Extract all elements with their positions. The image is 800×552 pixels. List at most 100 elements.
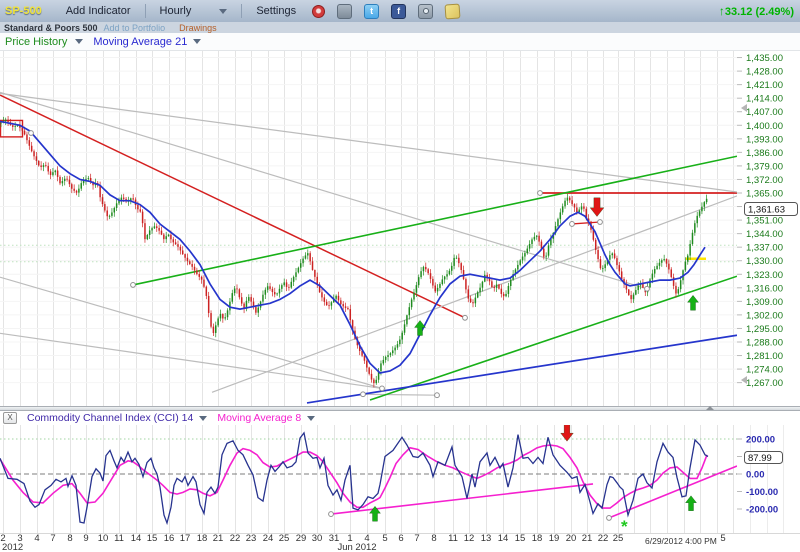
svg-text:Jun 2012: Jun 2012	[337, 542, 376, 552]
drawing-handle[interactable]	[361, 392, 366, 397]
price-history-dropdown[interactable]: Price History	[5, 36, 67, 48]
svg-text:1,428.00: 1,428.00	[746, 67, 783, 78]
svg-text:1,274.00: 1,274.00	[746, 365, 783, 376]
daily-change-badge: ↑33.12 (2.49%)	[719, 4, 794, 18]
chevron-down-icon[interactable]	[193, 39, 201, 44]
symbol-label[interactable]: SP-500	[5, 5, 42, 17]
svg-text:1,400.00: 1,400.00	[746, 121, 783, 132]
svg-text:4: 4	[34, 533, 39, 544]
svg-text:1,361.63: 1,361.63	[748, 205, 785, 216]
chevron-down-icon[interactable]	[199, 416, 207, 421]
svg-text:23: 23	[246, 533, 257, 544]
drawing-handle[interactable]	[435, 393, 440, 398]
add-to-portfolio-link[interactable]: Add to Portfolio	[104, 23, 166, 33]
svg-text:6: 6	[398, 533, 403, 544]
svg-text:11: 11	[448, 533, 458, 544]
main-toolbar: SP-500 Add Indicator Hourly Settings t f…	[0, 0, 800, 23]
svg-text:7: 7	[414, 533, 419, 544]
svg-text:18: 18	[532, 533, 543, 544]
drawing-handle[interactable]	[607, 516, 612, 521]
svg-text:1,386.00: 1,386.00	[746, 148, 783, 159]
chart-canvas[interactable]: *1,435.001,428.001,421.001,414.001,407.0…	[0, 0, 800, 552]
svg-text:1,302.00: 1,302.00	[746, 310, 783, 321]
price-pane-header: Price History Moving Average 21	[0, 33, 800, 51]
svg-text:1,344.00: 1,344.00	[746, 229, 783, 240]
svg-text:21: 21	[582, 533, 593, 544]
svg-text:1,435.00: 1,435.00	[746, 53, 783, 64]
svg-text:1,330.00: 1,330.00	[746, 256, 783, 267]
svg-text:1,337.00: 1,337.00	[746, 243, 783, 254]
svg-text:1,316.00: 1,316.00	[746, 283, 783, 294]
drawing-handle[interactable]	[598, 220, 603, 225]
svg-text:1,309.00: 1,309.00	[746, 297, 783, 308]
splitter-grip-icon[interactable]	[706, 406, 714, 410]
media-icon[interactable]	[337, 4, 352, 19]
svg-text:14: 14	[131, 533, 142, 544]
drawing-handle[interactable]	[463, 315, 468, 320]
svg-text:13: 13	[481, 533, 492, 544]
toolbar-divider	[241, 4, 242, 18]
svg-text:8: 8	[431, 533, 436, 544]
drawing-handle[interactable]	[645, 286, 650, 291]
svg-text:12: 12	[464, 533, 475, 544]
svg-text:24: 24	[263, 533, 274, 544]
svg-text:21: 21	[213, 533, 224, 544]
svg-text:1,288.00: 1,288.00	[746, 337, 783, 348]
alarm-clock-icon[interactable]	[312, 5, 325, 18]
svg-text:1,295.00: 1,295.00	[746, 324, 783, 335]
svg-text:1,323.00: 1,323.00	[746, 270, 783, 281]
svg-text:1,379.00: 1,379.00	[746, 161, 783, 172]
svg-text:1,267.00: 1,267.00	[746, 378, 783, 389]
settings-button[interactable]: Settings	[256, 5, 296, 17]
svg-text:7: 7	[50, 533, 55, 544]
svg-text:1,393.00: 1,393.00	[746, 134, 783, 145]
cci-ma-dropdown[interactable]: Moving Average 8	[217, 412, 301, 424]
svg-text:5: 5	[720, 533, 725, 544]
drawing-handle[interactable]	[131, 283, 136, 288]
chevron-down-icon	[219, 9, 227, 14]
svg-text:9: 9	[83, 533, 88, 544]
interval-dropdown[interactable]: Hourly	[160, 5, 228, 17]
svg-text:25: 25	[279, 533, 290, 544]
svg-text:10: 10	[98, 533, 109, 544]
facebook-icon[interactable]: f	[391, 4, 406, 19]
svg-text:0.00: 0.00	[746, 470, 765, 481]
svg-text:29: 29	[296, 533, 307, 544]
svg-text:200.00: 200.00	[746, 435, 775, 446]
toolbar-divider	[145, 4, 146, 18]
last-price-box: 1,361.63	[745, 203, 798, 216]
notes-icon[interactable]	[445, 3, 461, 19]
svg-text:15: 15	[147, 533, 158, 544]
svg-text:11: 11	[114, 533, 124, 544]
svg-text:1,407.00: 1,407.00	[746, 107, 783, 118]
charting-app-window: *1,435.001,428.001,421.001,414.001,407.0…	[0, 0, 800, 552]
camera-icon[interactable]	[418, 4, 433, 19]
cci-value-box: 87.99	[745, 452, 783, 465]
chevron-down-icon[interactable]	[75, 39, 83, 44]
svg-text:6/29/2012 4:00 PM: 6/29/2012 4:00 PM	[645, 536, 717, 546]
svg-text:-200.00: -200.00	[746, 505, 778, 516]
drawings-link[interactable]: Drawings	[179, 23, 217, 33]
svg-text:17: 17	[180, 533, 191, 544]
drawing-handle[interactable]	[329, 512, 334, 517]
drawing-handle[interactable]	[29, 131, 34, 136]
svg-text:1,414.00: 1,414.00	[746, 94, 783, 105]
symbol-full-name: Standard & Poors 500	[4, 23, 98, 33]
svg-text:30: 30	[312, 533, 323, 544]
twitter-icon[interactable]: t	[364, 4, 379, 19]
cci-indicator-dropdown[interactable]: Commodity Channel Index (CCI) 14	[27, 412, 193, 424]
svg-text:1,281.00: 1,281.00	[746, 351, 783, 362]
svg-text:22: 22	[598, 533, 609, 544]
svg-text:16: 16	[164, 533, 175, 544]
svg-text:15: 15	[515, 533, 526, 544]
moving-average-dropdown[interactable]: Moving Average 21	[93, 36, 187, 48]
close-indicator-button[interactable]: X	[3, 412, 17, 424]
add-indicator-button[interactable]: Add Indicator	[66, 5, 131, 17]
svg-text:18: 18	[197, 533, 208, 544]
svg-text:8: 8	[67, 533, 72, 544]
chevron-down-icon[interactable]	[307, 416, 315, 421]
svg-text:5: 5	[382, 533, 387, 544]
drawing-handle[interactable]	[570, 222, 575, 227]
drawing-handle[interactable]	[538, 191, 543, 196]
drawing-handle[interactable]	[380, 386, 385, 391]
